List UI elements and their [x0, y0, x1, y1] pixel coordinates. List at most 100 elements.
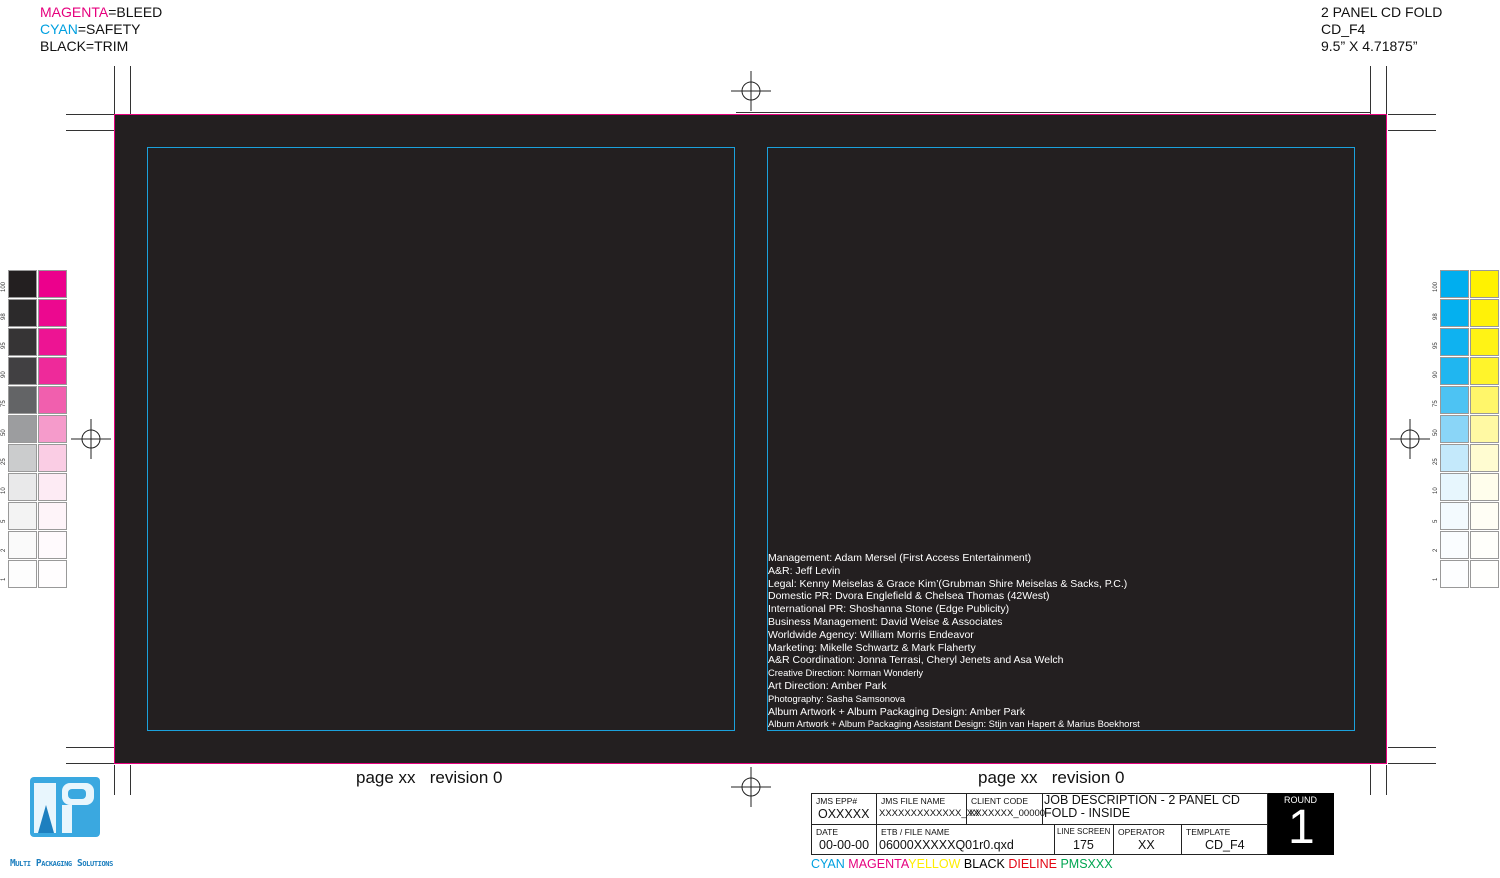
legend-magenta-word: MAGENTA	[40, 4, 109, 20]
registration-mark-left	[71, 419, 111, 459]
swatch-yellow-95	[1470, 328, 1499, 356]
swatch-yellow-2	[1470, 531, 1499, 559]
line-screen-header: LINE SCREEN	[1057, 827, 1111, 836]
credit-line: Album Artwork + Album Packaging Assistan…	[768, 718, 1140, 730]
swatch-tick: 98	[1433, 313, 1439, 320]
credit-line: Creative Direction: Norman Wonderly	[768, 667, 924, 679]
swatch-yellow-1	[1470, 560, 1499, 588]
swatch-cyan-90	[1440, 357, 1469, 385]
swatch-tick: 75	[1, 400, 7, 407]
operator-value: XX	[1138, 838, 1155, 852]
ink-dieline: DIELINE	[1008, 857, 1057, 871]
swatch-magenta-95	[38, 328, 67, 356]
swatch-black-75	[8, 386, 37, 414]
swatch-tick: 100	[1433, 281, 1439, 292]
swatch-yellow-75	[1470, 386, 1499, 414]
job-description: JOB DESCRIPTION - 2 PANEL CD FOLD - INSI…	[1044, 793, 1240, 820]
mps-logo-icon	[30, 777, 100, 837]
fold-line	[736, 112, 1370, 113]
credit-line: Worldwide Agency: William Morris Endeavo…	[768, 628, 974, 641]
legend-cyan-word: CYAN	[40, 21, 78, 37]
swatch-yellow-5	[1470, 502, 1499, 530]
credit-line: Management: Adam Mersel (First Access En…	[768, 552, 1032, 564]
credit-line: Art Direction: Amber Park	[768, 679, 887, 692]
crop-mark	[1370, 765, 1371, 795]
swatch-yellow-90	[1470, 357, 1499, 385]
swatch-black-90	[8, 357, 37, 385]
line-screen-value: 175	[1073, 838, 1094, 852]
round-box: ROUND 1	[1268, 793, 1334, 855]
credits-block: Management: Adam Mersel (First Access En…	[768, 552, 1188, 731]
swatch-cyan-95	[1440, 328, 1469, 356]
swatch-yellow-100	[1470, 270, 1499, 298]
page-label-left: page xx revision 0	[356, 768, 503, 787]
cell-jms-file: JMS FILE NAME XXXXXXXXXXXXX_XX	[877, 794, 979, 824]
swatch-tick: 10	[1, 487, 7, 494]
swatch-yellow-98	[1470, 299, 1499, 327]
swatch-black-1	[8, 560, 37, 588]
swatch-tick: 10	[1433, 487, 1439, 494]
swatch-black-25	[8, 444, 37, 472]
registration-mark-bottom	[731, 767, 771, 807]
crop-mark	[66, 130, 114, 131]
swatch-tick: 50	[1433, 429, 1439, 436]
legend-trim: BLACK=TRIM	[40, 38, 129, 54]
page-label-right: page xx revision 0	[978, 768, 1125, 787]
logo-text: Multi Packaging Solutions	[10, 858, 113, 869]
operator-header: OPERATOR	[1118, 827, 1165, 837]
swatch-black-10	[8, 473, 37, 501]
ink-cyan: CYAN	[811, 857, 845, 871]
swatch-tick: 98	[1, 313, 7, 320]
crop-mark	[1370, 66, 1371, 114]
swatch-cyan-10	[1440, 473, 1469, 501]
swatch-magenta-5	[38, 502, 67, 530]
swatch-cyan-50	[1440, 415, 1469, 443]
swatch-tick: 1	[1, 577, 7, 581]
etb-file-value: 06000XXXXXQ01r0.qxd	[879, 838, 1014, 852]
swatch-magenta-10	[38, 473, 67, 501]
swatch-yellow-25	[1470, 444, 1499, 472]
swatch-yellow-10	[1470, 473, 1499, 501]
registration-mark-top	[731, 71, 771, 111]
template-value: CD_F4	[1205, 838, 1245, 852]
swatch-tick: 95	[1, 342, 7, 349]
credit-line: Album Artwork + Album Packaging Design: …	[768, 705, 1026, 718]
swatch-tick: 90	[1, 371, 7, 378]
swatch-magenta-2	[38, 531, 67, 559]
ink-yellow: YELLOW	[908, 857, 961, 871]
swatch-black-50	[8, 415, 37, 443]
jms-file-header: JMS FILE NAME	[881, 796, 946, 806]
template-header: TEMPLATE	[1186, 827, 1231, 837]
credit-line: A&R: Jeff Levin	[768, 564, 841, 577]
legend-cyan-rest: =SAFETY	[77, 21, 141, 37]
swatch-tick: 50	[1, 429, 7, 436]
swatch-magenta-75	[38, 386, 67, 414]
cell-template: TEMPLATE CD_F4	[1182, 825, 1267, 855]
credit-line: Business Management: David Weise & Assoc…	[768, 615, 1003, 628]
crop-mark	[1388, 763, 1436, 764]
jms-epp-header: JMS EPP#	[816, 796, 858, 806]
cell-etb-file: ETB / FILE NAME 06000XXXXXQ01r0.qxd	[877, 825, 1055, 855]
swatch-magenta-50	[38, 415, 67, 443]
swatch-tick: 5	[1433, 519, 1439, 523]
crop-mark	[66, 763, 114, 764]
etb-file-header: ETB / FILE NAME	[881, 827, 950, 837]
jms-file-value: XXXXXXXXXXXXX_XX	[879, 808, 980, 819]
cell-client-code: CLIENT CODE XXXXXXX_00000	[967, 794, 1045, 824]
ink-pms: PMSXXX	[1060, 857, 1113, 871]
crop-mark	[1386, 765, 1387, 795]
swatch-tick: 90	[1433, 371, 1439, 378]
crop-mark	[66, 747, 114, 748]
swatch-tick: 95	[1433, 342, 1439, 349]
spec-format: 2 PANEL CD FOLD	[1321, 4, 1443, 20]
credit-line: Domestic PR: Dvora Englefield & Chelsea …	[768, 590, 1050, 603]
swatch-cyan-100	[1440, 270, 1469, 298]
spec-dimensions: 9.5” X 4.71875”	[1321, 38, 1418, 54]
swatch-tick: 25	[1, 458, 7, 465]
credit-line: A&R Coordination: Jonna Terrasi, Cheryl …	[768, 654, 1064, 667]
swatch-tick: 75	[1433, 400, 1439, 407]
cell-line-screen: LINE SCREEN 175	[1055, 825, 1114, 855]
swatch-yellow-50	[1470, 415, 1499, 443]
jms-epp-value: OXXXXX	[818, 807, 870, 821]
ink-legend: CYAN MAGENTAYELLOW BLACK DIELINE PMSXXX	[811, 857, 1113, 871]
